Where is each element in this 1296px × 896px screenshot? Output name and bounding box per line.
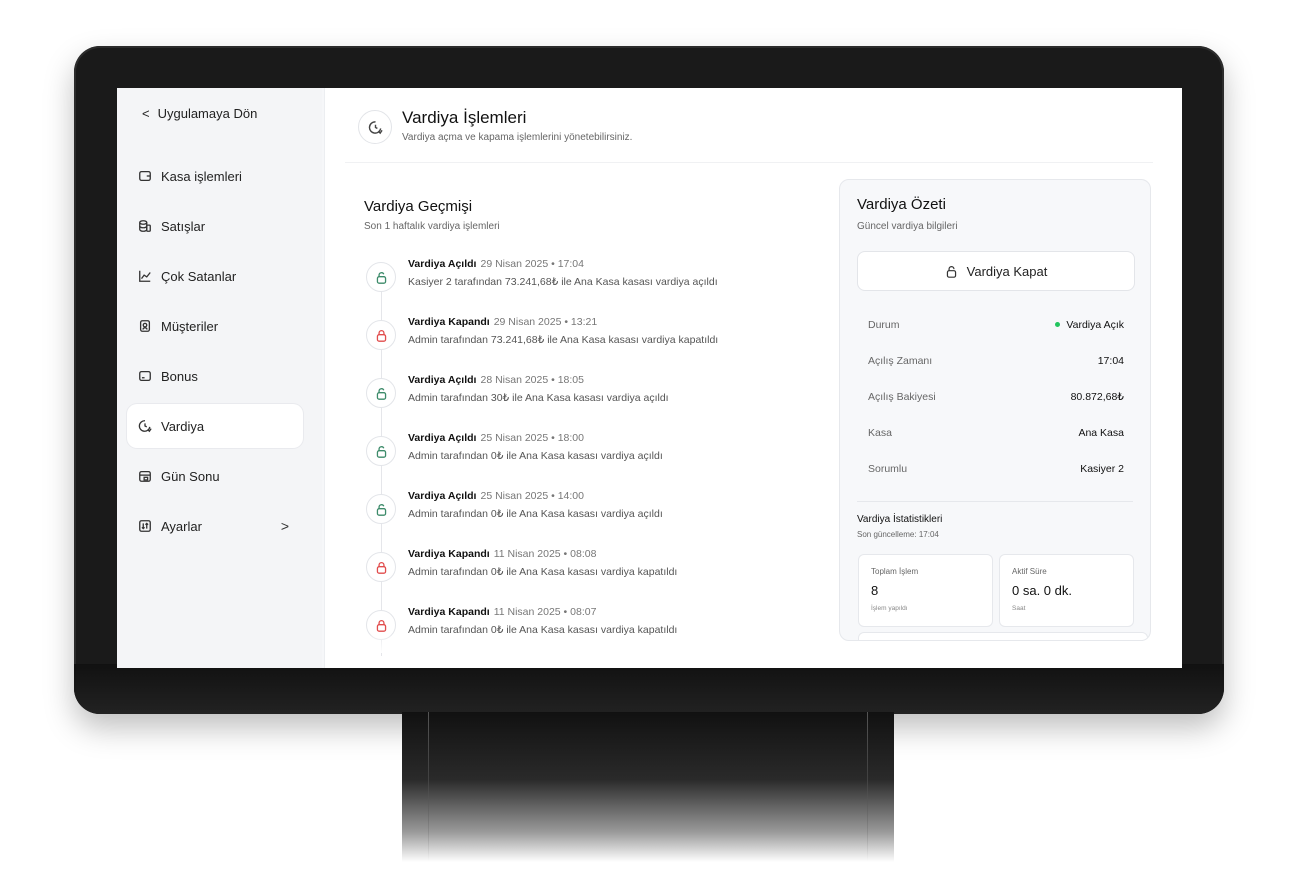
event-header: Vardiya Açıldı 28 Nisan 2025 • 18:05 <box>408 374 584 386</box>
header-divider <box>345 162 1153 163</box>
lock-icon <box>366 320 396 350</box>
event-title: Vardiya Kapandı <box>408 548 490 560</box>
lock-open-icon <box>366 262 396 292</box>
sidebar-item-label: Ayarlar <box>161 518 202 534</box>
stat-note: İşlem yapıldı <box>871 605 908 612</box>
chevron-left-icon: < <box>142 106 150 121</box>
event-time: 29 Nisan 2025 • 13:21 <box>493 316 598 328</box>
timeline-event: Vardiya Kapandı 29 Nisan 2025 • 13:21 Admi… <box>362 314 822 372</box>
event-title: Vardiya Açıldı <box>408 490 477 502</box>
sidebar-item-label: Müşteriler <box>161 318 219 334</box>
lock-open-icon <box>366 494 396 524</box>
shift-summary-card: Vardiya Özeti Güncel vardiya bilgileri V… <box>839 179 1151 641</box>
monitor-stand <box>402 712 894 862</box>
clock-icon <box>138 419 152 433</box>
history-subtitle: Son 1 haftalık vardiya işlemleri <box>364 221 500 232</box>
chart-line-icon <box>138 269 152 283</box>
sidebar-item-label: Vardiya <box>161 418 205 434</box>
back-to-app-link[interactable]: < Uygulamaya Dön <box>142 106 257 121</box>
sidebar-item-gun-sonu[interactable]: Gün Sonu <box>127 454 303 498</box>
calendar-lock-icon <box>138 469 152 483</box>
event-header: Vardiya Açıldı 25 Nisan 2025 • 18:00 <box>408 432 584 444</box>
event-title: Vardiya Açıldı <box>408 258 477 270</box>
sidebar: < Uygulamaya Dön Kasa işlemleri Satışlar… <box>117 88 322 668</box>
event-header: Vardiya Açıldı 29 Nisan 2025 • 17:04 <box>408 258 584 270</box>
sidebar-item-label: Gün Sonu <box>161 468 220 484</box>
clock-icon <box>358 110 392 144</box>
stats-title: Vardiya İstatistikleri <box>857 514 943 525</box>
event-description: Admin tarafından 0₺ ile Ana Kasa kasası … <box>408 450 663 462</box>
event-header: Vardiya Açıldı 25 Nisan 2025 • 14:00 <box>408 490 584 502</box>
stat-value: 0 sa. 0 dk. <box>1012 583 1072 598</box>
event-description: Admin tarafından 0₺ ile Ana Kasa kasası … <box>408 508 663 520</box>
stat-card-partial <box>858 632 1148 640</box>
timeline-event: Vardiya Kapandı 11 Nisan 2025 • 08:08 Admi… <box>362 546 822 604</box>
sidebar-item-musteriler[interactable]: Müşteriler <box>127 304 303 348</box>
event-time: 25 Nisan 2025 • 14:00 <box>480 490 584 502</box>
chevron-right-icon: > <box>280 518 289 534</box>
coins-icon <box>138 219 152 233</box>
timeline-event: Vardiya Açıldı 25 Nisan 2025 • 18:00 Admin… <box>362 430 822 488</box>
page-title: Vardiya İşlemleri <box>402 108 527 127</box>
page-subtitle: Vardiya açma ve kapama işlemlerini yönet… <box>402 132 633 143</box>
event-header: Vardiya Kapandı 29 Nisan 2025 • 13:21 <box>408 316 597 328</box>
stat-label: Aktif Süre <box>1012 567 1047 576</box>
stat-value: 8 <box>871 583 879 598</box>
stat-active-duration: Aktif Süre 0 sa. 0 dk. Saat <box>999 554 1134 627</box>
sidebar-item-label: Çok Satanlar <box>161 268 237 284</box>
sidebar-item-cok-satanlar[interactable]: Çok Satanlar <box>127 254 303 298</box>
history-title: Vardiya Geçmişi <box>364 198 473 215</box>
page-header: Vardiya İşlemleri Vardiya açma ve kapama… <box>325 88 1182 164</box>
contact-icon <box>138 319 152 333</box>
stat-label: Toplam İşlem <box>871 567 919 576</box>
sidebar-item-label: Bonus <box>161 368 198 384</box>
event-description: Kasiyer 2 tarafından 73.241,68₺ ile Ana … <box>408 276 718 288</box>
stats-updated: Son güncelleme: 17:04 <box>857 530 939 539</box>
lock-open-icon <box>366 378 396 408</box>
sidebar-nav: Kasa işlemleri Satışlar Çok Satanlar Müş… <box>127 154 303 554</box>
shift-timeline: Vardiya Açıldı 29 Nisan 2025 • 17:04 Kasiy… <box>362 256 822 662</box>
stats-section: Vardiya İstatistikleri Son güncelleme: 1… <box>853 180 1148 640</box>
sidebar-item-vardiya[interactable]: Vardiya <box>127 404 303 448</box>
app-screen: < Uygulamaya Dön Kasa işlemleri Satışlar… <box>117 88 1182 668</box>
timeline-event: Vardiya Açıldı 28 Nisan 2025 • 18:05 Admin… <box>362 372 822 430</box>
event-header: Vardiya Kapandı 11 Nisan 2025 • 08:08 <box>408 548 596 560</box>
event-description: Admin tarafından 73.241,68₺ ile Ana Kasa… <box>408 334 719 346</box>
event-time: 11 Nisan 2025 • 08:08 <box>493 548 597 560</box>
event-time: 11 Nisan 2025 • 08:07 <box>493 606 597 618</box>
event-title: Vardiya Kapandı <box>408 316 490 328</box>
sidebar-item-bonus[interactable]: Bonus <box>127 354 303 398</box>
event-title: Vardiya Kapandı <box>408 606 490 618</box>
lock-icon <box>366 552 396 582</box>
sidebar-item-kasa[interactable]: Kasa işlemleri <box>127 154 303 198</box>
sidebar-item-label: Kasa işlemleri <box>161 168 242 184</box>
event-time: 29 Nisan 2025 • 17:04 <box>480 258 584 270</box>
wallet-icon <box>138 169 152 183</box>
main-content: Vardiya İşlemleri Vardiya açma ve kapama… <box>324 88 1182 668</box>
card-icon <box>138 369 152 383</box>
stat-note: Saat <box>1012 605 1026 612</box>
back-label: Uygulamaya Dön <box>157 106 258 121</box>
sidebar-item-ayarlar[interactable]: Ayarlar > <box>127 504 303 548</box>
stat-total-transactions: Toplam İşlem 8 İşlem yapıldı <box>858 554 993 627</box>
event-time: 28 Nisan 2025 • 18:05 <box>480 374 584 386</box>
event-time: 25 Nisan 2025 • 18:00 <box>480 432 584 444</box>
sort-icon <box>138 519 152 533</box>
event-title: Vardiya Açıldı <box>408 374 477 386</box>
sidebar-item-satislar[interactable]: Satışlar <box>127 204 303 248</box>
lock-open-icon <box>366 436 396 466</box>
event-title: Vardiya Açıldı <box>408 432 477 444</box>
scroll-fade <box>362 633 822 653</box>
event-description: Admin tarafından 0₺ ile Ana Kasa kasası … <box>408 566 678 578</box>
timeline-event: Vardiya Açıldı 29 Nisan 2025 • 17:04 Kasiy… <box>362 256 822 314</box>
event-description: Admin tarafından 30₺ ile Ana Kasa kasası… <box>408 392 669 404</box>
timeline-event: Vardiya Açıldı 25 Nisan 2025 • 14:00 Admin… <box>362 488 822 546</box>
event-header: Vardiya Kapandı 11 Nisan 2025 • 08:07 <box>408 606 596 618</box>
sidebar-item-label: Satışlar <box>161 218 206 234</box>
